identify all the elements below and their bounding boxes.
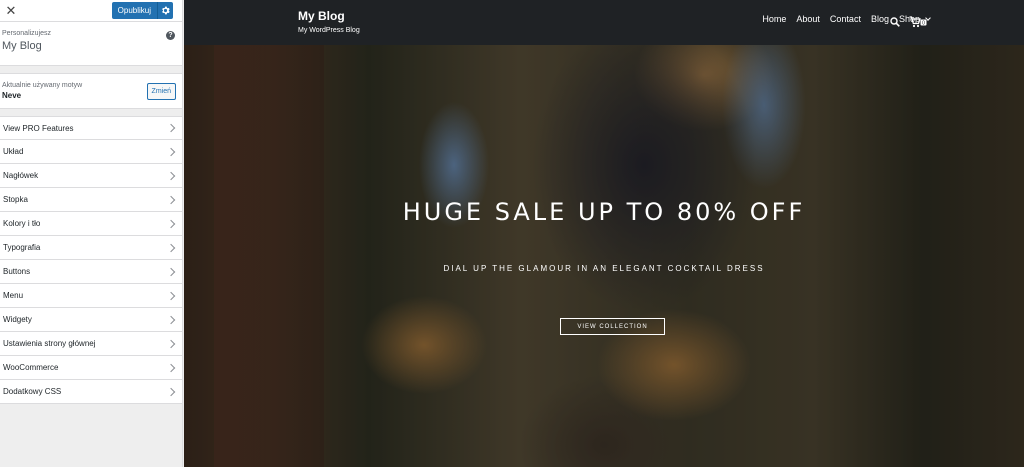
menu-item-label: Układ bbox=[3, 147, 24, 156]
menu-item-label: Typografia bbox=[3, 243, 41, 252]
menu-item-woocommerce[interactable]: WooCommerce bbox=[0, 356, 182, 380]
nav-link-contact[interactable]: Contact bbox=[830, 14, 861, 24]
menu-item-label: Ustawienia strony głównej bbox=[3, 339, 96, 348]
cart-icon[interactable]: 0 bbox=[909, 16, 927, 28]
active-theme-section: Aktualnie używany motyw Neve Zmień bbox=[0, 73, 182, 109]
view-collection-button[interactable]: VIEW COLLECTION bbox=[560, 318, 665, 335]
menu-item-pro-features[interactable]: View PRO Features bbox=[0, 116, 182, 140]
publish-button[interactable]: Opublikuj bbox=[112, 2, 157, 19]
chevron-right-icon bbox=[166, 219, 176, 228]
nav-link-about[interactable]: About bbox=[796, 14, 820, 24]
sidebar-header: ✕ Opublikuj bbox=[0, 0, 182, 22]
customizer-menu: View PRO Features Układ Nagłówek Stopka … bbox=[0, 116, 182, 404]
chevron-right-icon bbox=[166, 267, 176, 276]
menu-item-typography[interactable]: Typografia bbox=[0, 236, 182, 260]
menu-item-header[interactable]: Nagłówek bbox=[0, 164, 182, 188]
site-header: My Blog My WordPress Blog Home About Con… bbox=[184, 0, 1024, 45]
cart-count: 0 bbox=[922, 20, 925, 26]
nav-link-blog[interactable]: Blog bbox=[871, 14, 889, 24]
close-icon[interactable]: ✕ bbox=[0, 0, 22, 21]
publish-group: Opublikuj bbox=[111, 2, 173, 19]
chevron-right-icon bbox=[166, 123, 176, 133]
menu-item-label: WooCommerce bbox=[3, 363, 59, 372]
chevron-right-icon bbox=[166, 147, 176, 156]
chevron-right-icon bbox=[166, 195, 176, 204]
menu-item-widgets[interactable]: Widgety bbox=[0, 308, 182, 332]
hero-content: HUGE SALE UP TO 80% OFF DIAL UP THE GLAM… bbox=[184, 45, 1024, 467]
menu-item-homepage-settings[interactable]: Ustawienia strony głównej bbox=[0, 332, 182, 356]
menu-item-label: Stopka bbox=[3, 195, 28, 204]
chevron-right-icon bbox=[166, 315, 176, 324]
customizing-label: Personalizujesz bbox=[2, 30, 52, 37]
menu-item-label: Buttons bbox=[3, 267, 31, 276]
change-theme-button[interactable]: Zmień bbox=[146, 83, 176, 100]
menu-item-colors[interactable]: Kolory i tło bbox=[0, 212, 182, 236]
nav-link-home[interactable]: Home bbox=[762, 14, 786, 24]
hero-title: HUGE SALE UP TO 80% OFF bbox=[402, 198, 806, 226]
help-icon[interactable]: ? bbox=[166, 31, 175, 40]
primary-nav: Home About Contact Blog Shop bbox=[762, 14, 931, 24]
chevron-right-icon bbox=[166, 243, 176, 252]
menu-item-layout[interactable]: Układ bbox=[0, 140, 182, 164]
menu-item-label: Kolory i tło bbox=[3, 219, 41, 228]
gear-icon[interactable] bbox=[157, 2, 173, 19]
site-preview: My Blog My WordPress Blog Home About Con… bbox=[184, 0, 1024, 467]
site-name: My Blog bbox=[2, 40, 42, 52]
site-title[interactable]: My Blog bbox=[298, 9, 360, 23]
menu-item-menus[interactable]: Menu bbox=[0, 284, 182, 308]
menu-item-label: Nagłówek bbox=[3, 171, 39, 180]
chevron-right-icon bbox=[166, 339, 176, 348]
hero-subtitle: DIAL UP THE GLAMOUR IN AN ELEGANT COCKTA… bbox=[443, 264, 765, 273]
chevron-right-icon bbox=[166, 291, 176, 300]
menu-item-buttons[interactable]: Buttons bbox=[0, 260, 182, 284]
menu-item-label: Menu bbox=[3, 291, 24, 300]
customizer-sidebar: ✕ Opublikuj Personalizujesz My Blog ? Ak… bbox=[0, 0, 183, 467]
menu-item-additional-css[interactable]: Dodatkowy CSS bbox=[0, 380, 182, 404]
menu-item-label: Widgety bbox=[3, 315, 32, 324]
site-tagline: My WordPress Blog bbox=[298, 27, 360, 34]
chevron-right-icon bbox=[166, 363, 176, 372]
menu-item-label: Dodatkowy CSS bbox=[3, 387, 62, 396]
site-branding[interactable]: My Blog My WordPress Blog bbox=[298, 9, 360, 34]
menu-item-label: View PRO Features bbox=[3, 123, 74, 133]
search-icon[interactable] bbox=[890, 17, 900, 27]
chevron-right-icon bbox=[166, 171, 176, 180]
menu-item-footer[interactable]: Stopka bbox=[0, 188, 182, 212]
customizing-info: Personalizujesz My Blog ? bbox=[0, 22, 182, 66]
chevron-right-icon bbox=[166, 387, 176, 396]
